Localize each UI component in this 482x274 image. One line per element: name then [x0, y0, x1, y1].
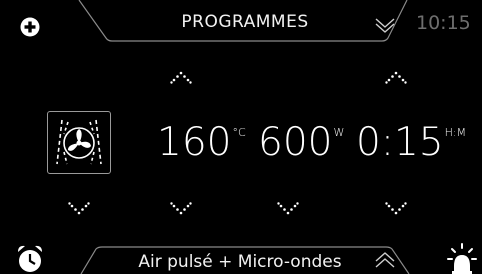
power-decrease-arrow[interactable]	[277, 200, 299, 216]
power-unit: W	[333, 126, 345, 139]
plus-circle-icon[interactable]	[20, 17, 40, 37]
chevron-down-icon[interactable]	[374, 16, 396, 33]
duration-value[interactable]: 0:15H:M	[356, 123, 466, 162]
temperature-number: 160	[157, 120, 232, 165]
temperature-unit: °C	[232, 126, 246, 139]
alarm-clock-icon[interactable]	[16, 244, 44, 274]
chevron-up-icon[interactable]	[374, 252, 396, 269]
fan-convection-icon	[56, 119, 102, 165]
fan-mode-decrease-arrow[interactable]	[68, 200, 90, 216]
oven-light-icon[interactable]	[447, 242, 477, 274]
power-number: 600	[258, 120, 333, 165]
duration-increase-arrow[interactable]	[385, 70, 407, 86]
duration-decrease-arrow[interactable]	[385, 200, 407, 216]
duration-number: 0:15	[356, 120, 444, 165]
temperature-value[interactable]: 160°C	[157, 123, 246, 162]
temperature-decrease-arrow[interactable]	[170, 200, 192, 216]
mode-label[interactable]: Air pulsé + Micro-ondes	[110, 252, 370, 272]
duration-unit: H:M	[444, 126, 467, 139]
power-value[interactable]: 600W	[258, 123, 344, 162]
program-title[interactable]: PROGRAMMES	[150, 12, 340, 32]
temperature-increase-arrow[interactable]	[170, 70, 192, 86]
fan-mode-button[interactable]	[47, 111, 111, 174]
clock-display: 10:15	[416, 12, 471, 34]
